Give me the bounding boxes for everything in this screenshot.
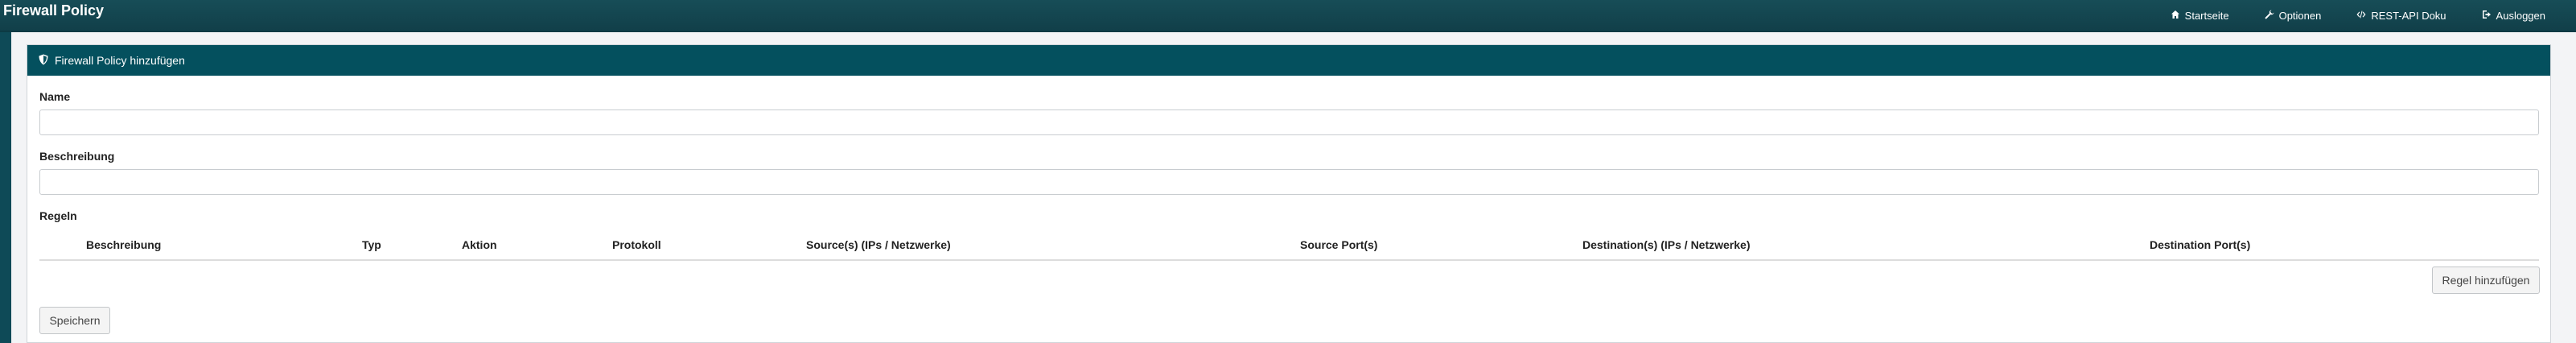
app-title[interactable]: Firewall Policy bbox=[3, 2, 104, 19]
nav-item-label: Startseite bbox=[2184, 9, 2229, 22]
description-input[interactable] bbox=[39, 169, 2539, 195]
column-header-source-ports: Source Port(s) bbox=[1300, 238, 1378, 251]
column-header-protokoll: Protokoll bbox=[612, 238, 661, 251]
left-sidebar-edge bbox=[0, 32, 11, 343]
nav-item-label: REST-API Doku bbox=[2371, 9, 2446, 22]
rules-table: Beschreibung Typ Aktion Protokoll Source… bbox=[39, 230, 2539, 261]
wrench-icon bbox=[2265, 10, 2274, 22]
nav-item-rest-api-doku[interactable]: REST-API Doku bbox=[2356, 10, 2446, 22]
top-navbar: Firewall Policy Startseite Optionen REST… bbox=[0, 0, 2576, 32]
add-rule-button[interactable]: Regel hinzufügen bbox=[2432, 267, 2540, 294]
nav-item-label: Ausloggen bbox=[2496, 9, 2545, 22]
nav-item-optionen[interactable]: Optionen bbox=[2265, 9, 2322, 22]
home-icon bbox=[2171, 10, 2180, 22]
description-label: Beschreibung bbox=[39, 150, 115, 163]
policy-card: Firewall Policy hinzufügen Name Beschrei… bbox=[27, 44, 2551, 343]
logout-icon bbox=[2482, 10, 2492, 22]
column-header-sources: Source(s) (IPs / Netzwerke) bbox=[806, 238, 951, 251]
rules-label: Regeln bbox=[39, 209, 77, 222]
column-header-destinations: Destination(s) (IPs / Netzwerke) bbox=[1582, 238, 1751, 251]
nav-item-startseite[interactable]: Startseite bbox=[2171, 10, 2229, 22]
name-label: Name bbox=[39, 90, 71, 103]
column-header-destination-ports: Destination Port(s) bbox=[2150, 238, 2251, 251]
code-icon bbox=[2356, 10, 2366, 22]
nav-links: Startseite Optionen REST-API Doku Auslog… bbox=[2171, 0, 2576, 31]
card-title: Firewall Policy hinzufügen bbox=[55, 54, 185, 67]
column-header-aktion: Aktion bbox=[462, 238, 497, 251]
save-button[interactable]: Speichern bbox=[39, 307, 110, 334]
name-input[interactable] bbox=[39, 110, 2539, 135]
card-header: Firewall Policy hinzufügen bbox=[27, 45, 2550, 76]
column-header-typ: Typ bbox=[362, 238, 381, 251]
shield-icon bbox=[39, 54, 48, 68]
column-header-beschreibung: Beschreibung bbox=[86, 238, 162, 251]
nav-item-label: Optionen bbox=[2278, 9, 2322, 22]
nav-item-ausloggen[interactable]: Ausloggen bbox=[2482, 10, 2545, 22]
